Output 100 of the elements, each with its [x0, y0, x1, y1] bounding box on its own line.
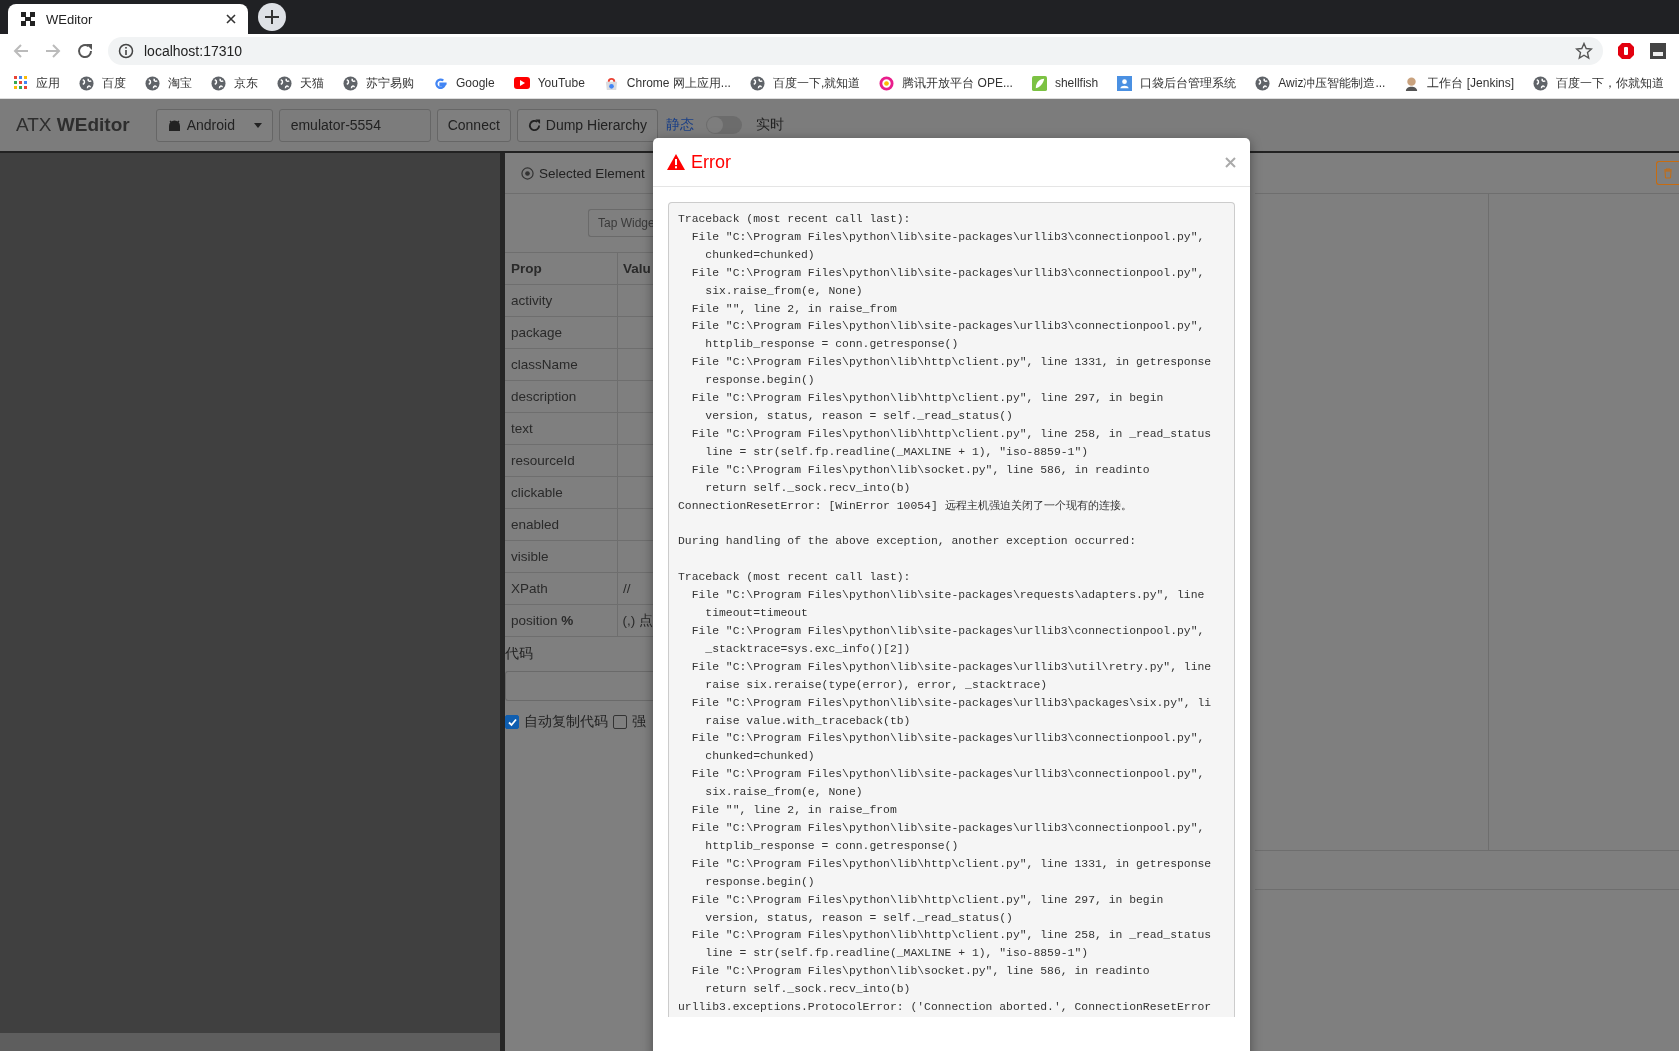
traceback-line: _stacktrace=sys.exc_info()[2])	[704, 641, 911, 657]
info-icon	[118, 43, 134, 59]
globe-icon	[145, 75, 160, 91]
bookmark[interactable]: shellfish	[1031, 75, 1099, 91]
bookmark[interactable]: 工作台 [Jenkins]	[1404, 74, 1515, 92]
star-icon[interactable]	[1575, 42, 1593, 60]
bookmark[interactable]: Chrome 网上应用...	[603, 74, 731, 92]
target-icon	[521, 166, 534, 180]
reload-icon[interactable]	[76, 42, 94, 60]
bookmark[interactable]: 天猫	[277, 74, 324, 92]
traceback-line: chunked=chunked)	[704, 749, 815, 765]
tab-title: WEditor	[46, 11, 94, 27]
traceback-line: httplib_response = conn.getresponse()	[704, 337, 959, 353]
table-cell: activity	[505, 285, 618, 316]
traceback-line: Traceback (most recent call last):	[678, 570, 911, 586]
checkbox-label: 自动复制代码	[524, 713, 608, 731]
caret-icon	[253, 122, 262, 128]
traceback-line: version, status, reason = self._read_status()	[704, 910, 1013, 926]
bookmark-label: Awiz冲压智能制造...	[1278, 74, 1386, 92]
bookmark-label: shellfish	[1054, 76, 1099, 90]
checkbox[interactable]	[613, 715, 627, 729]
close-icon[interactable]	[226, 14, 236, 24]
bookmark-label: Google	[456, 76, 495, 90]
bookmark-label: 天猫	[300, 74, 324, 92]
traceback-line: File "C:\Program Files\python\lib\site-packages\urllib3\connectionpool.py",	[690, 265, 1205, 281]
table-cell-text: //	[622, 580, 632, 598]
traceback-line: response.begin()	[704, 373, 815, 389]
bookmark[interactable]: 口袋后台管理系统	[1117, 74, 1237, 92]
traceback-line: File "C:\Program Files\python\lib\site-packages\urllib3\util\retry.py", line	[690, 659, 1212, 675]
person-icon	[1117, 75, 1133, 91]
traceback-line: raise value.with_traceback(tb)	[704, 713, 911, 729]
trash-icon	[1663, 167, 1673, 179]
video-play-icon	[513, 77, 530, 89]
table-cell: position %	[505, 605, 618, 636]
traceback-line: File "C:\Program Files\python\lib\site-packages\requests\adapters.py", line	[690, 588, 1205, 604]
bookmark-label: 苏宁易购	[366, 74, 414, 92]
table-cell: enabled	[505, 509, 618, 540]
column-header: Valu	[622, 260, 652, 278]
bookmark[interactable]: 百度一下，你就知道	[1533, 74, 1665, 92]
traceback-line: File "C:\Program Files\python\lib\http\client.py", line 1331, in getresponse	[690, 856, 1212, 872]
bookmark[interactable]: 百度	[79, 74, 126, 92]
new-tab-button[interactable]	[258, 3, 286, 31]
device-field[interactable]: emulator-5554	[278, 108, 431, 142]
swirl-icon	[879, 75, 895, 91]
checkbox[interactable]	[505, 715, 519, 729]
address-bar[interactable]: localhost:17310	[108, 37, 1603, 65]
bookmark-label: 百度一下,就知道	[772, 74, 861, 92]
platform-dropdown[interactable]: Android	[155, 108, 273, 142]
table-cell: text	[505, 413, 618, 444]
bookmark-label: 工作台 [Jenkins]	[1427, 74, 1515, 92]
globe-icon	[1533, 75, 1549, 91]
bookmark[interactable]: 苏宁易购	[343, 74, 414, 92]
traceback-line: File "C:\Program Files\python\lib\site-packages\urllib3\connectionpool.py",	[690, 767, 1205, 783]
traceback-line: version, status, reason = self._read_status()	[704, 408, 1013, 424]
traceback-line: return self._sock.recv_into(b)	[704, 982, 911, 998]
bookmark-label: 百度	[102, 74, 126, 92]
traceback-line: File "C:\Program Files\python\lib\http\client.py", line 258, in _read_status	[690, 426, 1212, 442]
traceback-line: line = str(self.fp.readline(_MAXLINE + 1), "iso-8859-1")	[704, 946, 1089, 962]
connect-button[interactable]: Connect	[436, 108, 511, 142]
traceback-line: return self._sock.recv_into(b)	[704, 480, 911, 496]
globe-icon	[343, 75, 358, 91]
bookmark[interactable]: Google	[433, 75, 495, 91]
dump-hierarchy-button[interactable]: Dump Hierarchy	[516, 108, 658, 142]
bookmark[interactable]: 腾讯开放平台 OPE...	[879, 74, 1013, 92]
table-cell: description	[505, 381, 618, 412]
traceback-line: File "C:\Program Files\python\lib\site-packages\urllib3\connectionpool.py",	[690, 731, 1205, 747]
traceback-line: File "", line 2, in raise_from	[690, 301, 897, 317]
bookmark[interactable]: 百度一下,就知道	[749, 74, 861, 92]
stop-hand-icon[interactable]	[1617, 42, 1635, 60]
bookmark-label: 百度一下，你就知道	[1556, 74, 1665, 92]
table-cell: XPath	[505, 573, 618, 604]
warning-icon	[667, 154, 685, 170]
traceback-line: File "C:\Program Files\python\lib\http\client.py", line 297, in begin	[690, 391, 1164, 407]
traceback-line: During handling of the above exception, another exception occurred:	[678, 534, 1136, 550]
bookmark-label: 淘宝	[168, 74, 192, 92]
bookmark[interactable]: YouTube	[513, 76, 585, 90]
traceback-line: File "C:\Program Files\python\lib\http\client.py", line 297, in begin	[690, 892, 1164, 908]
bookmark[interactable]: 应用	[14, 74, 60, 92]
traceback-line: File "C:\Program Files\python\lib\site-packages\urllib3\connectionpool.py",	[690, 229, 1205, 245]
column-header: Prop	[505, 253, 618, 284]
traceback-line: File "C:\Program Files\python\lib\site-packages\urllib3\connectionpool.py",	[690, 624, 1205, 640]
traceback-line: urllib3.exceptions.ProtocolError: ('Connection aborted.', ConnectionResetError	[678, 1000, 1212, 1016]
table-cell-text: (,) 点	[621, 611, 653, 630]
traceback-line: chunked=chunked)	[704, 247, 815, 263]
traceback-line: File "C:\Program Files\python\lib\site-packages\urllib3\connectionpool.py",	[690, 319, 1205, 335]
refresh-icon	[527, 118, 541, 132]
panel-title: Selected Element	[539, 165, 645, 181]
bookmark-label: 京东	[234, 74, 258, 92]
code-field[interactable]	[505, 671, 653, 701]
table-cell: resourceId	[505, 445, 618, 476]
store-icon	[603, 75, 619, 91]
browser-tab[interactable]: WEditor	[8, 4, 248, 34]
bookmark[interactable]: 淘宝	[145, 74, 192, 92]
traceback-line: six.raise_from(e, None)	[704, 283, 863, 299]
bookmark[interactable]: 京东	[211, 74, 258, 92]
bookmark[interactable]: Awiz冲压智能制造...	[1255, 74, 1386, 92]
globe-icon	[1255, 75, 1271, 91]
globe-icon	[277, 75, 292, 91]
traceback-line: line = str(self.fp.readline(_MAXLINE + 1), "iso-8859-1")	[704, 444, 1089, 460]
bookmark-label: 应用	[36, 74, 60, 92]
